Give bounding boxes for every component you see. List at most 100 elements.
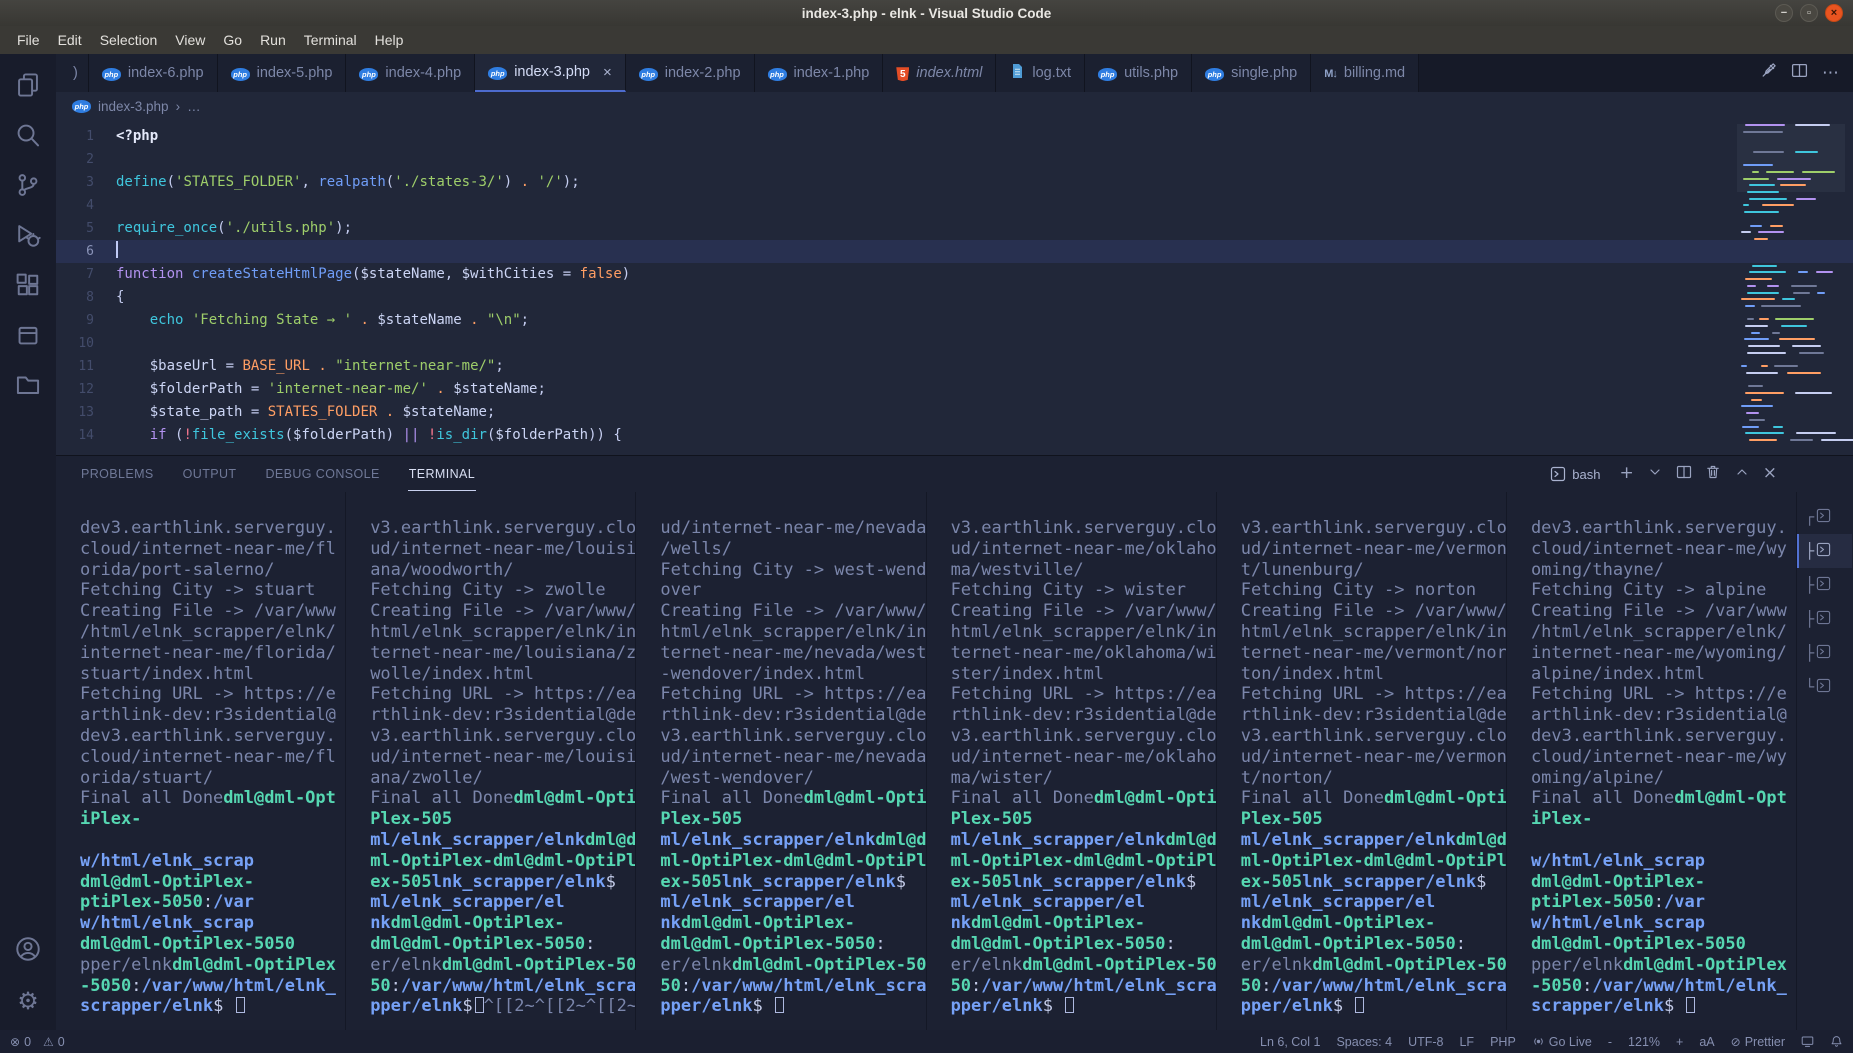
- menu-file[interactable]: File: [8, 29, 49, 51]
- account-icon[interactable]: [0, 926, 56, 972]
- panel-tab-output[interactable]: OUTPUT: [182, 458, 238, 490]
- terminal-row: oming/thayne/: [1531, 560, 1796, 581]
- chevron-down-icon[interactable]: [1647, 464, 1663, 485]
- panel-tab-problems[interactable]: PROBLEMS: [80, 458, 155, 490]
- menu-edit[interactable]: Edit: [49, 29, 91, 51]
- terminal-row: html/elnk_scrapper/elnk/in: [370, 622, 635, 643]
- cursor-position[interactable]: Ln 6, Col 1: [1260, 1035, 1320, 1049]
- panel-tab-terminal[interactable]: TERMINAL: [408, 458, 476, 491]
- warning-item[interactable]: ⚠0: [43, 1035, 65, 1049]
- terminal-tab-6[interactable]: └: [1797, 670, 1852, 704]
- terminal-row: w/html/elnk_scrap: [80, 851, 345, 872]
- encoding[interactable]: UTF-8: [1408, 1035, 1443, 1049]
- terminal-tabs-list: ┌├├├├└: [1797, 492, 1852, 1030]
- terminal-row: cloud/internet-near-me/wy: [1531, 539, 1796, 560]
- error-item[interactable]: ⊗0: [10, 1035, 31, 1049]
- shell-selector[interactable]: bash: [1550, 466, 1600, 482]
- tab--[interactable]: ): [56, 54, 89, 92]
- zoom-out[interactable]: -: [1608, 1035, 1612, 1049]
- title-bar[interactable]: index-3.php - elnk - Visual Studio Code …: [0, 0, 1853, 26]
- terminal-split-3[interactable]: ud/internet-near-me/nevada/wells/Fetchin…: [636, 492, 926, 1030]
- code-line: 2: [56, 148, 1853, 171]
- line-number: 4: [56, 194, 116, 217]
- tab-index-5-php[interactable]: phpindex-5.php: [218, 54, 347, 92]
- terminal-panel[interactable]: dev3.earthlink.serverguy.cloud/internet-…: [56, 492, 1853, 1030]
- maximize-button[interactable]: ▫: [1800, 4, 1818, 22]
- terminal-tab-4[interactable]: ├: [1797, 602, 1852, 636]
- php-icon: php: [639, 68, 658, 81]
- run-debug-icon[interactable]: [0, 212, 56, 258]
- terminal-row: pper/elnk$: [1241, 996, 1506, 1017]
- extensions-icon[interactable]: [0, 262, 56, 308]
- tab-billing-md[interactable]: M↓billing.md: [1311, 54, 1419, 92]
- terminal-tab-3[interactable]: ├: [1797, 568, 1852, 602]
- terminal-row: v3.earthlink.serverguy.clo: [370, 726, 635, 747]
- menu-help[interactable]: Help: [366, 29, 413, 51]
- box-icon[interactable]: [0, 312, 56, 358]
- notifications[interactable]: [1830, 1035, 1843, 1048]
- language-mode[interactable]: PHP: [1490, 1035, 1516, 1049]
- terminal-split-5[interactable]: v3.earthlink.serverguy.cloud/internet-ne…: [1217, 492, 1507, 1030]
- terminal-row: nkdml@dml-OptiPlex-: [370, 913, 635, 934]
- prettier[interactable]: ⊘Prettier: [1731, 1035, 1785, 1049]
- menu-run[interactable]: Run: [251, 29, 295, 51]
- tab-index-1-php[interactable]: phpindex-1.php: [755, 54, 884, 92]
- go-live[interactable]: Go Live: [1532, 1035, 1592, 1049]
- tab-close-icon[interactable]: ×: [603, 64, 612, 81]
- terminal-row: nkdml@dml-OptiPlex-: [951, 913, 1216, 934]
- more-icon[interactable]: ⋯: [1822, 63, 1839, 83]
- tab-label: index-4.php: [385, 65, 461, 81]
- indentation[interactable]: Spaces: 4: [1336, 1035, 1392, 1049]
- tab-utils-php[interactable]: phputils.php: [1085, 54, 1192, 92]
- tab-log-txt[interactable]: log.txt: [996, 54, 1085, 92]
- split-icon[interactable]: [1791, 62, 1808, 84]
- terminal-row: ternet-near-me/nevada/west: [660, 643, 925, 664]
- explorer-icon[interactable]: [0, 62, 56, 108]
- terminal-tab-2[interactable]: ├: [1797, 534, 1852, 568]
- terminal-cursor: [1686, 997, 1695, 1013]
- zoom-level[interactable]: 121%: [1628, 1035, 1660, 1049]
- eol[interactable]: LF: [1459, 1035, 1474, 1049]
- tab-index-2-php[interactable]: phpindex-2.php: [626, 54, 755, 92]
- terminal-row: ex-505lnk_scrapper/elnk$: [951, 872, 1216, 893]
- terminal-tab-1[interactable]: ┌: [1797, 500, 1852, 534]
- menu-go[interactable]: Go: [214, 29, 251, 51]
- screencast[interactable]: [1801, 1035, 1814, 1048]
- close-icon[interactable]: ×: [1763, 465, 1777, 483]
- close-button[interactable]: ×: [1825, 4, 1843, 22]
- terminal-row: nkdml@dml-OptiPlex-: [1241, 913, 1506, 934]
- terminal-row: pper/elnkdml@dml-OptiPlex: [80, 955, 345, 976]
- search-icon[interactable]: [0, 112, 56, 158]
- terminal-row: pper/elnk$: [660, 996, 925, 1017]
- trash-icon[interactable]: [1705, 464, 1721, 485]
- tab-index-html[interactable]: 5index.html: [883, 54, 996, 92]
- plus-icon[interactable]: +: [1620, 465, 1634, 483]
- terminal-split-4[interactable]: v3.earthlink.serverguy.cloud/internet-ne…: [927, 492, 1217, 1030]
- tab-index-6-php[interactable]: phpindex-6.php: [89, 54, 218, 92]
- code-editor[interactable]: 1<?php23define('STATES_FOLDER', realpath…: [56, 120, 1853, 455]
- tab-index-4-php[interactable]: phpindex-4.php: [346, 54, 475, 92]
- menu-terminal[interactable]: Terminal: [295, 29, 366, 51]
- terminal-split-1[interactable]: dev3.earthlink.serverguy.cloud/internet-…: [56, 492, 346, 1030]
- tab-index-3-php[interactable]: phpindex-3.php×: [475, 54, 626, 92]
- minimize-button[interactable]: −: [1775, 4, 1793, 22]
- chevron-up-icon[interactable]: [1734, 464, 1750, 485]
- panel-tab-debug-console[interactable]: DEBUG CONSOLE: [264, 458, 380, 490]
- zoom-in[interactable]: +: [1676, 1035, 1683, 1049]
- code-line: 3define('STATES_FOLDER', realpath('./sta…: [56, 171, 1853, 194]
- menu-view[interactable]: View: [166, 29, 214, 51]
- font-toggle[interactable]: aA: [1699, 1035, 1714, 1049]
- terminal-row: arthlink-dev:r3sidential@: [1531, 705, 1796, 726]
- settings-gear-icon[interactable]: ⚙: [0, 978, 56, 1024]
- preview-icon[interactable]: [1760, 62, 1777, 84]
- breadcrumb[interactable]: php index-3.php › …: [56, 92, 1853, 120]
- terminal-tab-5[interactable]: ├: [1797, 636, 1852, 670]
- terminal-split-2[interactable]: v3.earthlink.serverguy.cloud/internet-ne…: [346, 492, 636, 1030]
- folder-icon[interactable]: [0, 362, 56, 408]
- source-control-icon[interactable]: [0, 162, 56, 208]
- tab-single-php[interactable]: phpsingle.php: [1192, 54, 1311, 92]
- menu-selection[interactable]: Selection: [91, 29, 167, 51]
- terminal-row: t/lunenburg/: [1241, 560, 1506, 581]
- split-icon[interactable]: [1676, 464, 1692, 485]
- terminal-split-6[interactable]: dev3.earthlink.serverguy.cloud/internet-…: [1507, 492, 1797, 1030]
